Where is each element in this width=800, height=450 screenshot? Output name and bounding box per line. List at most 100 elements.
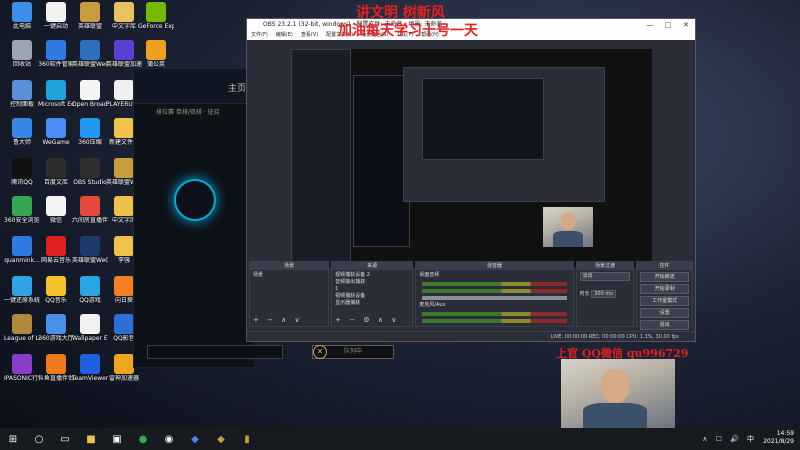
- search-icon[interactable]: ○: [31, 431, 47, 447]
- menu-view[interactable]: 查看(V): [301, 31, 318, 40]
- desktop-shortcut-label: 360安全浏览器: [4, 217, 40, 224]
- desktop-shortcut[interactable]: 六间房直播伴侣: [72, 196, 108, 224]
- app-icon: [46, 2, 66, 22]
- start-recording-button[interactable]: 开始录制: [640, 284, 690, 294]
- desktop-shortcut[interactable]: 英雄联盟加速器: [106, 40, 142, 68]
- windows-start-icon[interactable]: ⊞: [5, 431, 21, 447]
- source-item[interactable]: 视频捕获设备: [335, 293, 409, 300]
- settings-button[interactable]: 设置: [640, 308, 690, 318]
- desktop-shortcut-label: 英雄联盟WeGame版: [72, 257, 108, 264]
- desktop-shortcut[interactable]: 鲁大师: [4, 118, 40, 146]
- desktop-shortcut[interactable]: quanmink...: [4, 236, 40, 264]
- app-icon: [80, 196, 100, 216]
- overlay-daily-note: 加油每天学习十号一天: [338, 23, 478, 39]
- wegame-taskbar-icon[interactable]: ◆: [187, 431, 203, 447]
- app-icon: [114, 118, 134, 138]
- desktop-shortcut[interactable]: 一键还原系统: [4, 276, 40, 304]
- menu-file[interactable]: 文件(F): [251, 31, 268, 40]
- desktop-shortcut[interactable]: 英雄联盟: [72, 2, 108, 30]
- exit-button[interactable]: 退出: [640, 320, 690, 330]
- desktop-shortcut-label: QQ游戏: [79, 297, 101, 304]
- source-item[interactable]: 视频捕获设备 2: [335, 272, 409, 279]
- close-queue-icon[interactable]: ✕: [313, 345, 327, 359]
- desktop-shortcut[interactable]: Wallpaper Engine: [72, 314, 108, 342]
- clock[interactable]: 14:59 2021/8/29: [763, 430, 794, 446]
- desktop-shortcut[interactable]: 360软件管家: [38, 40, 74, 68]
- desktop-shortcut[interactable]: 腾讯QQ: [4, 158, 40, 186]
- app-icon: [12, 40, 32, 60]
- app-icon: [114, 40, 134, 60]
- start-streaming-button[interactable]: 开始推流: [640, 272, 690, 282]
- source-item[interactable]: 音频输出捕获: [335, 279, 409, 286]
- desktop-shortcut[interactable]: 百度文库: [38, 158, 74, 186]
- task-view-icon[interactable]: ▭: [57, 431, 73, 447]
- chat-input[interactable]: [147, 345, 283, 359]
- sources-toolbar[interactable]: + − ⚙ ∧ ∨: [335, 316, 399, 324]
- desktop-shortcut[interactable]: WeGame: [38, 118, 74, 146]
- desktop-shortcut[interactable]: 微信: [38, 196, 74, 224]
- app-icon: [80, 118, 100, 138]
- app-icon: [12, 314, 32, 334]
- desktop-shortcut[interactable]: 控制面板: [4, 80, 40, 108]
- desktop-shortcut[interactable]: 英雄联盟WeGame版: [72, 236, 108, 264]
- desktop-shortcut[interactable]: League of Legends: [4, 314, 40, 342]
- league-taskbar-icon[interactable]: ◆: [213, 431, 229, 447]
- desktop-shortcut[interactable]: 此电脑: [4, 2, 40, 30]
- desktop-shortcut-label: 回收站: [12, 61, 31, 68]
- desktop-shortcut[interactable]: 网易云音乐: [38, 236, 74, 264]
- desktop-shortcut-label: GeForce Experience: [138, 23, 174, 30]
- app-icon: [12, 158, 32, 178]
- taskbar: ⊞ ○ ▭ ■ ▣ ● ◉ ◆ ◆ ▮ ∧ ☐ 🔊 中 14:59 2021/8…: [0, 428, 800, 450]
- league-client-taskbar-icon[interactable]: ▮: [239, 431, 255, 447]
- close-icon[interactable]: ✕: [677, 19, 695, 31]
- desktop-shortcut[interactable]: IPASONIC行情软件: [4, 354, 40, 382]
- minimize-icon[interactable]: —: [641, 19, 659, 31]
- desktop-shortcut[interactable]: OBS Studio: [72, 158, 108, 186]
- desktop-shortcut[interactable]: 斗鱼直播伴侣: [38, 354, 74, 382]
- desktop-shortcut[interactable]: 一键启动: [38, 2, 74, 30]
- desktop-shortcut[interactable]: GeForce Experience: [138, 2, 174, 30]
- app-icon: [46, 40, 66, 60]
- overlay-slogan: 讲文明 树新风: [356, 5, 445, 21]
- sources-dock: 来源 视频捕获设备 2 音频输出捕获 1 视频捕获设备 显示器捕获 + − ⚙ …: [331, 261, 414, 327]
- desktop-shortcut-label: 蒲公英: [146, 61, 165, 68]
- duration-input[interactable]: 300 ms: [591, 290, 616, 298]
- desktop-shortcut[interactable]: 蒲公英: [138, 40, 174, 68]
- scene-item[interactable]: 场景: [253, 272, 325, 279]
- file-explorer-icon[interactable]: ■: [83, 431, 99, 447]
- desktop-shortcut[interactable]: 中文字库: [106, 2, 142, 30]
- scenes-toolbar[interactable]: + − ∧ ∨: [253, 316, 303, 324]
- desktop-shortcut[interactable]: Open Broadcaster: [72, 80, 108, 108]
- desktop-shortcut[interactable]: 回收站: [4, 40, 40, 68]
- desktop-shortcut[interactable]: QQ音乐: [38, 276, 74, 304]
- studio-mode-button[interactable]: 工作室模式: [640, 296, 690, 306]
- input-language[interactable]: 中: [747, 434, 754, 444]
- sources-dock-title: 来源: [332, 262, 413, 270]
- source-item[interactable]: 显示器捕获: [335, 300, 409, 307]
- desktop-shortcut[interactable]: 360安全浏览器: [4, 196, 40, 224]
- source-item[interactable]: 1: [335, 286, 409, 293]
- app-icon: [80, 40, 100, 60]
- desktop-shortcut[interactable]: 360游戏大厅: [38, 314, 74, 342]
- system-tray[interactable]: ∧ ☐ 🔊: [702, 435, 742, 443]
- store-icon[interactable]: ▣: [109, 431, 125, 447]
- obs-taskbar-icon[interactable]: ◉: [161, 431, 177, 447]
- obs-preview-canvas[interactable]: [291, 49, 652, 269]
- desktop-shortcut[interactable]: 英雄联盟WeGame版: [72, 40, 108, 68]
- menu-edit[interactable]: 编辑(E): [276, 31, 293, 40]
- desktop-shortcut[interactable]: QQ游戏: [72, 276, 108, 304]
- mixer-channel-label: 麦克风/Aux: [419, 302, 446, 308]
- volume-meter: [422, 289, 567, 293]
- home-tab[interactable]: 主页: [228, 81, 246, 94]
- volume-slider[interactable]: [422, 296, 567, 300]
- desktop-shortcut[interactable]: Microsoft Edge: [38, 80, 74, 108]
- app-icon: [114, 80, 134, 100]
- 360-browser-icon[interactable]: ●: [135, 431, 151, 447]
- preview-nested-obs: [403, 67, 605, 202]
- league-portal-icon: [174, 179, 216, 221]
- desktop-shortcut[interactable]: TeamViewer: [72, 354, 108, 382]
- maximize-icon[interactable]: □: [659, 19, 677, 31]
- queue-mode-label[interactable]: 排位赛 单排/双排 · 征召: [156, 107, 220, 116]
- desktop-shortcut[interactable]: 360压缩: [72, 118, 108, 146]
- transition-select[interactable]: 淡出: [579, 272, 631, 281]
